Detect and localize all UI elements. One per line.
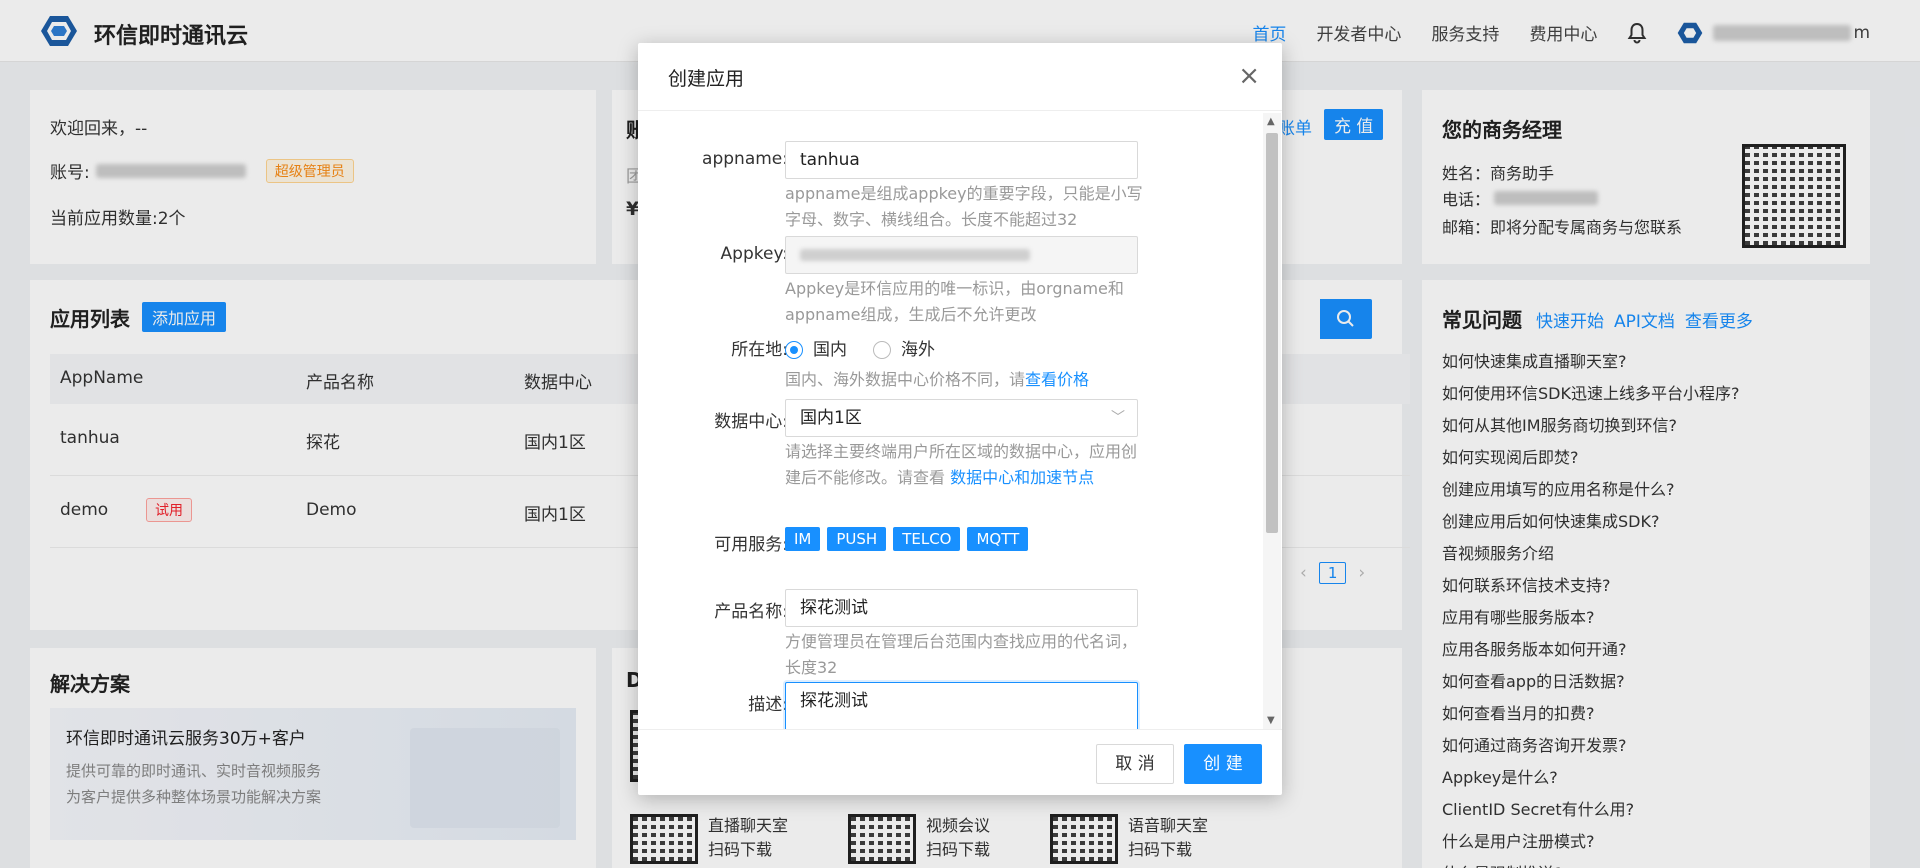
appkey-help: Appkey是环信应用的唯一标识，由orgname和appname组成，生成后不…	[785, 279, 1124, 324]
service-tag: MQTT	[967, 527, 1029, 551]
product-label: 产品名称:	[714, 602, 788, 622]
appname-label: appname:	[702, 149, 788, 169]
radio-overseas-label: 海外	[901, 340, 935, 360]
appkey-label: Appkey:	[720, 244, 788, 264]
location-label: 所在地:	[731, 340, 788, 360]
dialog-body: appname: tanhua appname是组成appkey的重要字段，只能…	[638, 111, 1282, 729]
location-help-text: 国内、海外数据中心价格不同，请	[785, 370, 1026, 389]
description-textarea[interactable]: 探花测试	[785, 682, 1138, 729]
chevron-down-icon: ﹀	[1111, 410, 1125, 426]
description-label: 描述:	[748, 695, 788, 715]
service-tag: PUSH	[827, 527, 887, 551]
scroll-down-icon[interactable]: ▼	[1267, 715, 1275, 726]
product-help: 方便管理员在管理后台范围内查找应用的代名词，长度32	[785, 632, 1138, 677]
services-list: IM PUSH TELCO MQTT	[785, 527, 1035, 551]
create-button[interactable]: 创 建	[1184, 744, 1262, 784]
datacenter-help: 请选择主要终端用户所在区域的数据中心，应用创建后不能修改。请查看 数据中心和加速…	[785, 439, 1145, 491]
dialog-footer: 取 消 创 建	[638, 729, 1282, 795]
radio-domestic[interactable]: 国内	[785, 335, 847, 360]
scroll-up-icon[interactable]: ▲	[1267, 116, 1275, 127]
appkey-input	[785, 236, 1138, 274]
location-help: 国内、海外数据中心价格不同，请查看价格	[785, 367, 1145, 393]
close-icon[interactable]: ×	[1238, 63, 1260, 89]
datacenter-select[interactable]: 国内1区 ﹀	[785, 399, 1138, 437]
appname-help: appname是组成appkey的重要字段，只能是小写字母、数字、横线组合。长度…	[785, 184, 1143, 229]
product-name-input[interactable]: 探花测试	[785, 589, 1138, 627]
service-tag: IM	[785, 527, 821, 551]
radio-domestic-label: 国内	[813, 340, 847, 360]
dialog-header: 创建应用 ×	[638, 43, 1282, 111]
radio-overseas[interactable]: 海外	[873, 335, 935, 360]
cancel-button[interactable]: 取 消	[1096, 744, 1174, 784]
appkey-value-blurred	[800, 249, 1030, 261]
scrollbar-thumb[interactable]	[1266, 133, 1278, 533]
dialog-scrollbar[interactable]: ▲ ▼	[1263, 113, 1281, 729]
datacenter-label: 数据中心:	[714, 412, 788, 432]
services-label: 可用服务:	[714, 535, 788, 555]
view-pricing-link[interactable]: 查看价格	[1025, 370, 1089, 389]
datacenter-nodes-link[interactable]: 数据中心和加速节点	[950, 468, 1094, 487]
service-tag: TELCO	[893, 527, 961, 551]
dialog-title: 创建应用	[668, 68, 745, 90]
datacenter-selected-value: 国内1区	[800, 408, 862, 428]
appname-input[interactable]: tanhua	[785, 141, 1138, 179]
radio-unchecked-icon	[873, 341, 891, 359]
radio-checked-icon	[785, 341, 803, 359]
location-radio-group: 国内 海外	[785, 335, 935, 360]
create-app-dialog: 创建应用 × appname: tanhua appname是组成appkey的…	[638, 43, 1282, 795]
